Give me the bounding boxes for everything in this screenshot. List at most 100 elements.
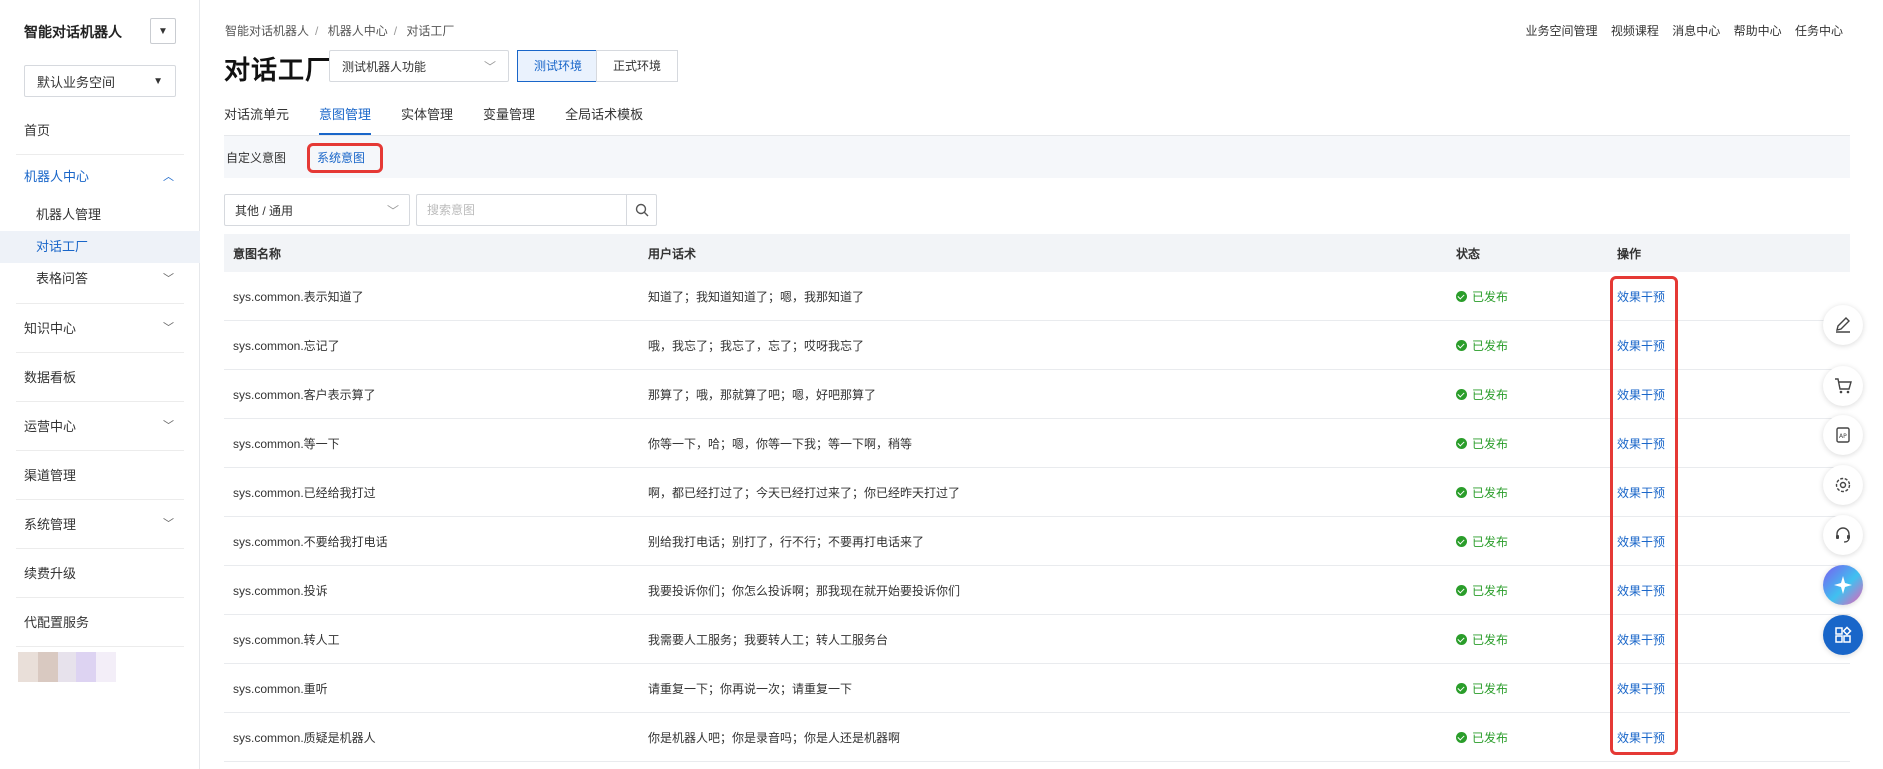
check-circle-icon	[1456, 339, 1467, 351]
status-badge: 已发布	[1456, 435, 1608, 452]
chevron-down-icon: ﹀	[163, 273, 174, 285]
sidebar-item-label: 机器人管理	[36, 207, 102, 222]
user-utterance: 那算了；哦，那就算了吧；嗯，好吧那算了	[648, 387, 877, 402]
float-cart-button[interactable]	[1823, 366, 1863, 406]
sidebar-item-label: 表格问答	[36, 271, 89, 286]
breadcrumb-item[interactable]: 智能对话机器人	[225, 24, 309, 38]
sidebar-item-home[interactable]: 首页	[16, 106, 184, 155]
link-task-center[interactable]: 任务中心	[1795, 24, 1843, 38]
table-row: sys.common.等一下 你等一下，哈；嗯，你等一下我；等一下啊，稍等 已发布效…	[224, 419, 1850, 468]
sidebar-item-channels[interactable]: 渠道管理	[16, 451, 184, 500]
chevron-down-icon: ﹀	[163, 322, 174, 334]
intent-name: sys.common.客户表示算了	[233, 387, 376, 402]
search-button[interactable]	[626, 194, 657, 226]
tab-dialog-flow[interactable]: 对话流单元	[224, 103, 289, 135]
category-select-value: 其他 / 通用	[235, 203, 294, 218]
highlight-box-system-intent	[307, 143, 383, 173]
settings-icon	[1835, 477, 1851, 493]
table-row: sys.common.质疑是机器人 你是机器人吧；你是录音吗；你是人还是机器啊 已发…	[224, 713, 1850, 762]
sidebar-item-renew[interactable]: 续费升级	[16, 549, 184, 598]
brand-title: 智能对话机器人	[24, 24, 122, 40]
link-message-center[interactable]: 消息中心	[1672, 24, 1720, 38]
breadcrumb-item[interactable]: 机器人中心	[328, 24, 388, 38]
sidebar-item-config-service[interactable]: 代配置服务	[16, 598, 184, 647]
breadcrumb-separator: /	[315, 24, 319, 38]
status-text: 已发布	[1472, 681, 1509, 696]
status-cell: 已发布	[1447, 386, 1608, 403]
float-support-button[interactable]	[1823, 515, 1863, 555]
status-badge: 已发布	[1456, 484, 1608, 501]
float-api-button[interactable]: AP	[1823, 415, 1863, 455]
sidebar-item-dialog-factory[interactable]: 对话工厂	[0, 231, 200, 263]
subtab-custom-intent[interactable]: 自定义意图	[226, 149, 286, 166]
link-video-courses[interactable]: 视频课程	[1611, 24, 1659, 38]
env-test-button[interactable]: 测试环境	[517, 50, 600, 82]
check-circle-icon	[1456, 584, 1467, 596]
tab-entity-manage[interactable]: 实体管理	[401, 103, 453, 135]
float-settings-button[interactable]	[1823, 465, 1863, 505]
sidebar-item-operations[interactable]: 运营中心 ﹀	[16, 402, 184, 451]
status-badge: 已发布	[1456, 582, 1608, 599]
highlight-box-actions-column	[1610, 276, 1678, 755]
tab-variable-manage[interactable]: 变量管理	[483, 103, 535, 135]
status-text: 已发布	[1472, 730, 1509, 745]
sidebar-item-dashboard[interactable]: 数据看板	[16, 353, 184, 402]
intent-name: sys.common.质疑是机器人	[233, 730, 376, 745]
env-prod-button[interactable]: 正式环境	[596, 50, 679, 82]
sidebar-item-label: 对话工厂	[36, 239, 89, 254]
table-row: sys.common.不要给我打电话 别给我打电话；别打了，行不行；不要再打电话来…	[224, 517, 1850, 566]
user-utterance: 我需要人工服务；我要转人工；转人工服务台	[648, 632, 889, 647]
intent-name: sys.common.重听	[233, 681, 328, 696]
apps-icon	[1835, 626, 1852, 643]
status-cell: 已发布	[1447, 680, 1608, 697]
bot-select-value: 测试机器人功能	[342, 59, 427, 74]
caret-down-icon: ▼	[158, 25, 168, 37]
intent-name: sys.common.转人工	[233, 632, 340, 647]
sidebar-item-label: 知识中心	[24, 321, 77, 336]
page-title: 对话工厂	[224, 55, 333, 85]
table-row: sys.common.客户表示算了 那算了；哦，那就算了吧；嗯，好吧那算了 已发布效…	[224, 370, 1850, 419]
check-circle-icon	[1456, 682, 1467, 694]
user-utterance: 啊，都已经打过了；今天已经打过来了；你已经昨天打过了	[648, 485, 961, 500]
caret-down-icon: ▼	[153, 75, 163, 87]
link-help-center[interactable]: 帮助中心	[1734, 24, 1782, 38]
workspace-select[interactable]: 默认业务空间 ▼	[24, 65, 176, 97]
float-apps-button[interactable]	[1823, 615, 1863, 655]
user-utterance: 你等一下，哈；嗯，你等一下我；等一下啊，稍等	[648, 436, 913, 451]
sidebar-item-table-qa[interactable]: 表格问答 ﹀	[0, 263, 200, 295]
status-cell: 已发布	[1447, 533, 1608, 550]
status-badge: 已发布	[1456, 337, 1608, 354]
category-select[interactable]: 其他 / 通用 ﹀	[224, 194, 410, 226]
table-row: sys.common.重听 请重复一下；你再说一次；请重复一下 已发布 效果干预	[224, 664, 1850, 713]
sidebar-item-label: 运营中心	[24, 419, 77, 434]
sidebar-item-robot-manage[interactable]: 机器人管理	[0, 199, 200, 231]
sidebar-item-system[interactable]: 系统管理 ﹀	[16, 500, 184, 549]
table-header: 意图名称 用户话术 状态 操作	[224, 234, 1850, 272]
sidebar-item-knowledge[interactable]: 知识中心 ﹀	[16, 304, 184, 353]
link-workspace-manage[interactable]: 业务空间管理	[1526, 24, 1598, 38]
intent-name: sys.common.忘记了	[233, 338, 340, 353]
user-utterance: 别给我打电话；别打了，行不行；不要再打电话来了	[648, 534, 925, 549]
intent-table: 意图名称 用户话术 状态 操作 sys.common.表示知道了 知道了；我知道知…	[224, 234, 1850, 762]
column-header-utterance: 用户话术	[648, 246, 697, 261]
tab-global-templates[interactable]: 全局话术模板	[565, 103, 643, 135]
table-row: sys.common.已经给我打过 啊，都已经打过了；今天已经打过来了；你已经昨天…	[224, 468, 1850, 517]
tab-intent-manage[interactable]: 意图管理	[319, 103, 372, 135]
status-text: 已发布	[1472, 436, 1509, 451]
check-circle-icon	[1456, 486, 1467, 498]
float-edit-button[interactable]	[1823, 305, 1863, 345]
brand-dropdown-button[interactable]: ▼	[150, 18, 176, 44]
sidebar-item-robot-center[interactable]: 机器人中心 ︿	[16, 155, 184, 199]
sidebar-item-label: 机器人中心	[24, 169, 90, 184]
chevron-down-icon: ﹀	[163, 420, 174, 432]
top-links: 业务空间管理 视频课程 消息中心 帮助中心 任务中心	[1516, 22, 1843, 39]
column-header-actions: 操作	[1617, 246, 1642, 261]
ai-star-icon	[1834, 576, 1852, 594]
status-text: 已发布	[1472, 583, 1509, 598]
user-avatar-blurred[interactable]	[18, 652, 116, 682]
bot-select[interactable]: 测试机器人功能 ﹀	[329, 50, 509, 82]
intent-name: sys.common.投诉	[233, 583, 328, 598]
sub-tabs: 自定义意图 系统意图	[224, 136, 1850, 178]
search-input[interactable]	[416, 194, 626, 226]
float-ai-assistant-button[interactable]	[1823, 565, 1863, 605]
